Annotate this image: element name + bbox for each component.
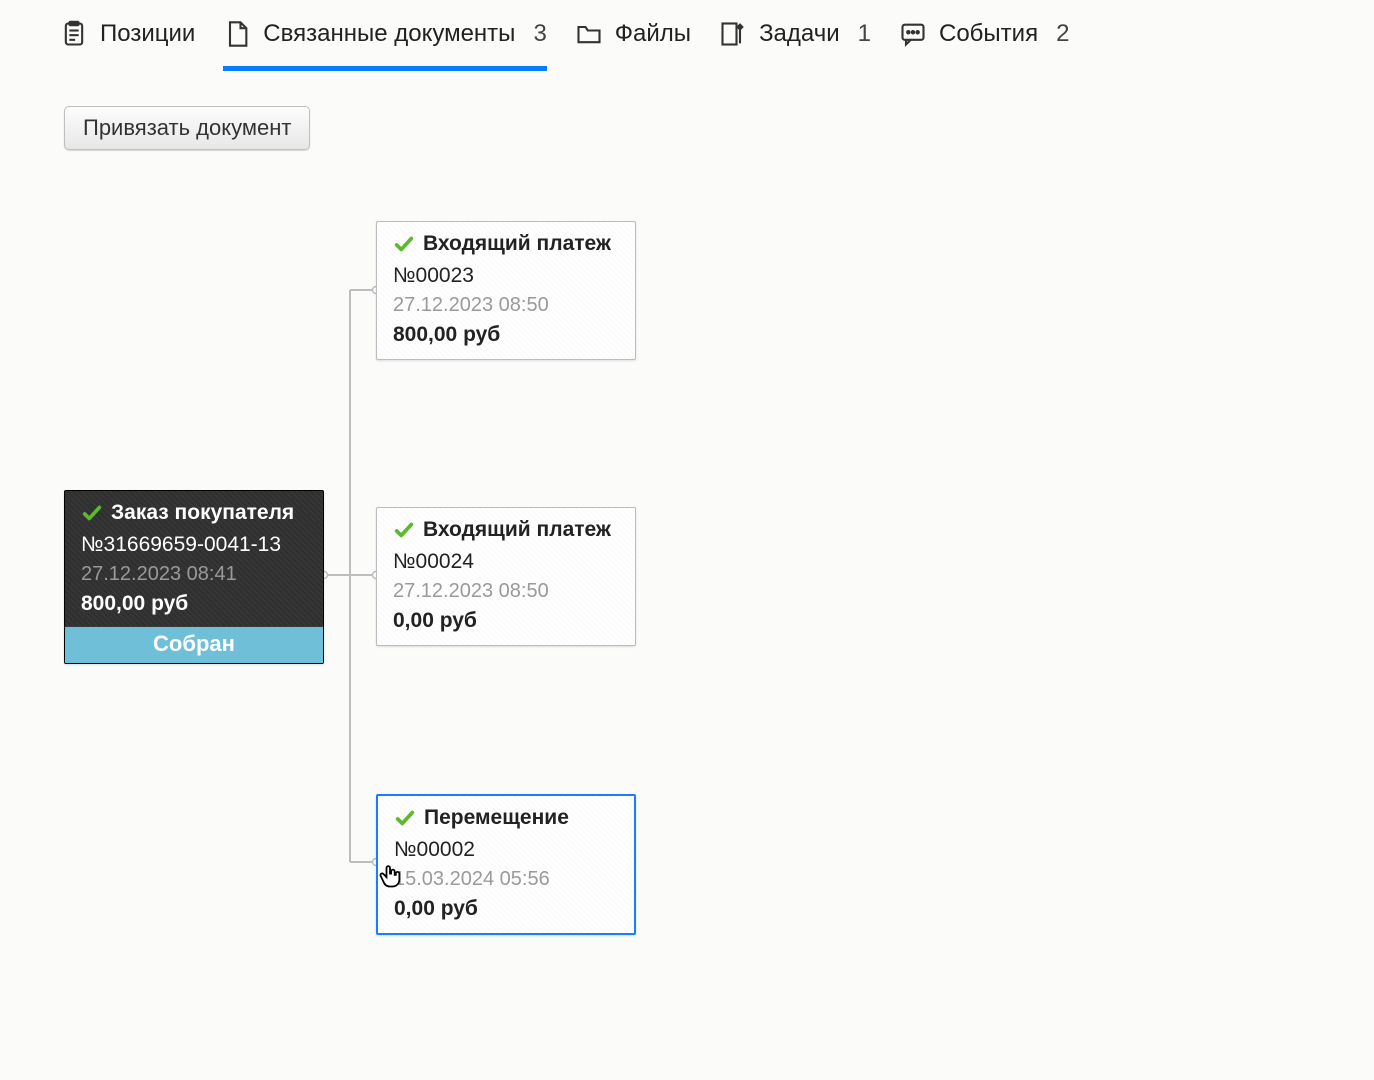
document-card[interactable]: Перемещение №00002 15.03.2024 05:56 0,00… <box>376 794 636 935</box>
tab-count: 1 <box>858 20 871 48</box>
link-document-button[interactable]: Привязать документ <box>64 106 310 150</box>
card-title: Перемещение <box>424 806 569 830</box>
folder-icon <box>575 20 603 48</box>
card-title: Входящий платеж <box>423 518 611 542</box>
document-card-root[interactable]: Заказ покупателя №31669659-0041-13 27.12… <box>64 490 324 664</box>
card-date: 27.12.2023 08:50 <box>393 294 619 317</box>
card-title: Заказ покупателя <box>111 501 294 525</box>
tab-files[interactable]: Файлы <box>575 20 691 71</box>
tab-positions[interactable]: Позиции <box>60 20 195 71</box>
check-icon <box>393 233 415 255</box>
tab-related-documents[interactable]: Связанные документы 3 <box>223 20 547 71</box>
card-amount: 0,00 руб <box>393 609 619 633</box>
card-date: 15.03.2024 05:56 <box>394 868 618 891</box>
card-header: Заказ покупателя <box>81 501 307 525</box>
chat-dots-icon <box>899 20 927 48</box>
card-amount: 0,00 руб <box>394 897 618 921</box>
card-number: №00024 <box>393 550 619 574</box>
tab-label: Связанные документы <box>263 20 515 48</box>
card-header: Входящий платеж <box>393 232 619 256</box>
card-header: Перемещение <box>394 806 618 830</box>
tab-count: 2 <box>1056 20 1069 48</box>
card-amount: 800,00 руб <box>81 592 307 616</box>
tab-events[interactable]: События 2 <box>899 20 1069 71</box>
check-icon <box>81 502 103 524</box>
card-header: Входящий платеж <box>393 518 619 542</box>
tab-label: События <box>939 20 1038 48</box>
card-status: Собран <box>65 626 323 663</box>
tabs-bar: Позиции Связанные документы 3 Файлы Зада… <box>0 0 1374 71</box>
tab-label: Задачи <box>759 20 840 48</box>
document-card[interactable]: Входящий платеж №00023 27.12.2023 08:50 … <box>376 221 636 360</box>
file-icon <box>223 20 251 48</box>
card-number: №31669659-0041-13 <box>81 533 307 557</box>
card-amount: 800,00 руб <box>393 323 619 347</box>
card-number: №00002 <box>394 838 618 862</box>
document-card[interactable]: Входящий платеж №00024 27.12.2023 08:50 … <box>376 507 636 646</box>
card-number: №00023 <box>393 264 619 288</box>
tab-tasks[interactable]: Задачи 1 <box>719 20 871 71</box>
clipboard-list-icon <box>60 20 88 48</box>
card-date: 27.12.2023 08:41 <box>81 563 307 586</box>
tab-label: Позиции <box>100 20 195 48</box>
card-date: 27.12.2023 08:50 <box>393 580 619 603</box>
note-edit-icon <box>719 20 747 48</box>
tab-count: 3 <box>533 20 546 48</box>
check-icon <box>393 519 415 541</box>
check-icon <box>394 807 416 829</box>
tab-label: Файлы <box>615 20 691 48</box>
card-title: Входящий платеж <box>423 232 611 256</box>
